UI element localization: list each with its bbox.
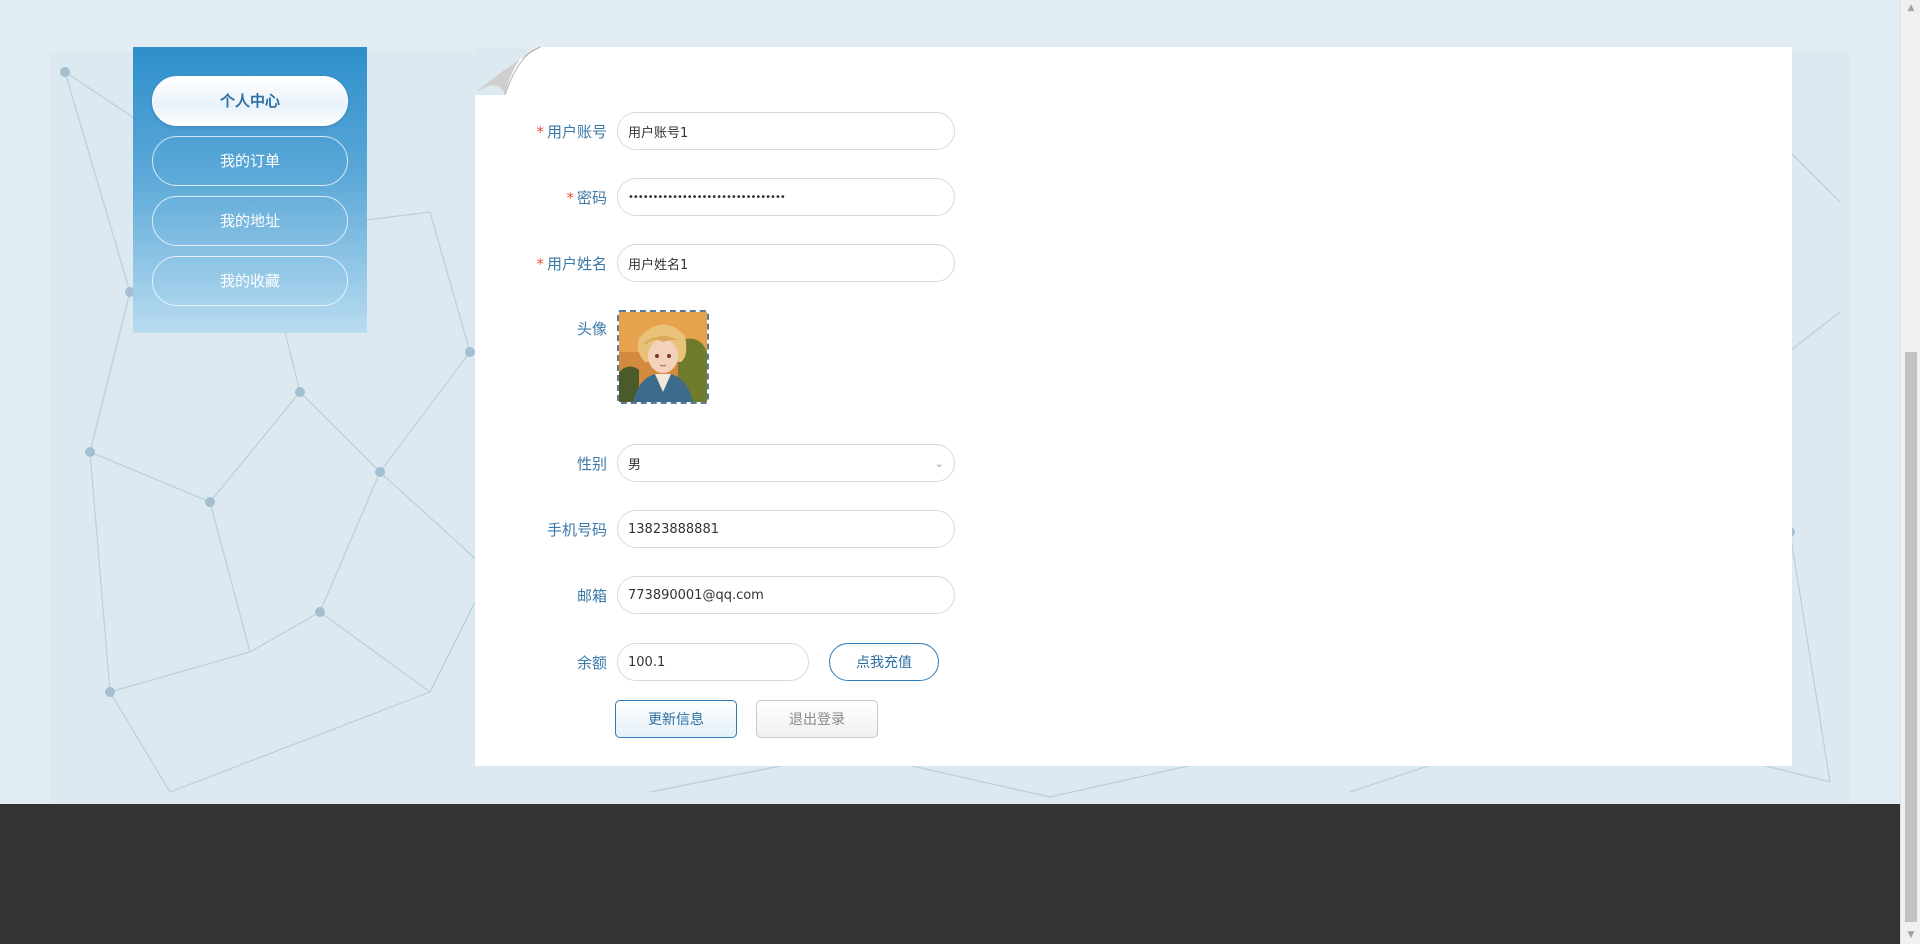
- username-input[interactable]: 用户账号1: [617, 112, 955, 150]
- balance-row: 余额 100.1 点我充值: [505, 643, 939, 681]
- scrollbar-thumb[interactable]: [1905, 352, 1917, 922]
- sidebar-nav: 个人中心 我的订单 我的地址 我的收藏: [133, 47, 367, 333]
- phone-input[interactable]: 13823888881: [617, 510, 955, 548]
- phone-row: 手机号码 13823888881: [505, 510, 955, 548]
- update-info-button[interactable]: 更新信息: [615, 700, 737, 738]
- email-label: 邮箱: [576, 586, 607, 605]
- avatar-label: 头像: [576, 320, 607, 338]
- realname-row: * 用户姓名 用户姓名1: [505, 244, 955, 282]
- sidebar-item-my-orders[interactable]: 我的订单: [152, 136, 348, 186]
- required-mark: *: [536, 254, 544, 273]
- sidebar-item-personal-center[interactable]: 个人中心: [152, 76, 348, 126]
- avatar-row: 头像: [505, 310, 709, 406]
- gender-label: 性别: [576, 454, 607, 473]
- phone-label: 手机号码: [546, 520, 607, 539]
- logout-button[interactable]: 退出登录: [756, 700, 878, 738]
- page-curl-decoration: [475, 47, 541, 95]
- required-mark: *: [536, 122, 544, 141]
- avatar-image[interactable]: [617, 310, 709, 404]
- email-row: 邮箱 773890001@qq.com: [505, 576, 955, 614]
- sidebar-item-my-address[interactable]: 我的地址: [152, 196, 348, 246]
- sidebar-item-my-favorites[interactable]: 我的收藏: [152, 256, 348, 306]
- password-label: * 密码: [566, 188, 607, 207]
- password-input[interactable]: ••••••••••••••••••••••••••••••••: [617, 178, 955, 216]
- realname-label: * 用户姓名: [536, 254, 607, 273]
- scroll-down-icon[interactable]: ▼: [1901, 927, 1920, 944]
- vertical-scrollbar[interactable]: ▲ ▼: [1900, 0, 1920, 944]
- email-input[interactable]: 773890001@qq.com: [617, 576, 955, 614]
- required-mark: *: [566, 188, 574, 207]
- username-label: * 用户账号: [536, 122, 607, 141]
- realname-input[interactable]: 用户姓名1: [617, 244, 955, 282]
- gender-row: 性别 男 ⌄: [505, 444, 955, 482]
- page-footer: [0, 804, 1900, 944]
- password-row: * 密码 ••••••••••••••••••••••••••••••••: [505, 178, 955, 216]
- gender-select[interactable]: 男 ⌄: [617, 444, 955, 482]
- balance-label: 余额: [576, 653, 607, 672]
- username-row: * 用户账号 用户账号1: [505, 112, 955, 150]
- balance-input[interactable]: 100.1: [617, 643, 809, 681]
- chevron-down-icon: ⌄: [934, 456, 944, 470]
- recharge-button[interactable]: 点我充值: [829, 643, 939, 681]
- scroll-up-icon[interactable]: ▲: [1901, 0, 1920, 17]
